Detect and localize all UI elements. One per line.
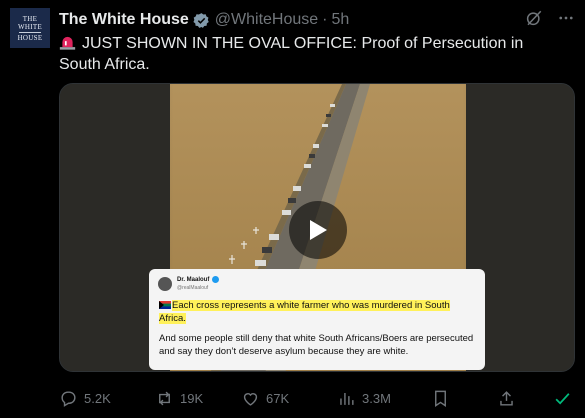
tweet-header: The White House @WhiteHouse · 5h xyxy=(59,9,575,31)
card-highlighted-line: Each cross represents a white farmer who… xyxy=(159,299,477,325)
card-author-handle: @realMaalouf xyxy=(177,285,209,291)
verified-badge-icon xyxy=(193,12,209,28)
tweet[interactable]: THE WHITE HOUSE The White House @WhiteHo… xyxy=(0,0,585,418)
views-button[interactable]: 3.3M xyxy=(337,389,391,408)
card-author-name: Dr. Maalouf xyxy=(177,277,210,283)
card-verified-icon xyxy=(212,276,219,283)
header-icons xyxy=(525,9,575,27)
views-count: 3.3M xyxy=(362,391,391,406)
account-name[interactable]: The White House xyxy=(59,11,189,29)
card-highlighted-text: Each cross represents a white farmer who… xyxy=(159,300,450,324)
avatar[interactable]: THE WHITE HOUSE xyxy=(10,8,50,48)
south-africa-flag-icon xyxy=(159,301,171,309)
card-body-text: And some people still deny that white So… xyxy=(159,333,474,357)
embedded-tweet-card: Dr. Maalouf @realMaalouf Each cross repr… xyxy=(149,269,485,370)
card-avatar xyxy=(158,277,172,291)
avatar-text-1: THE xyxy=(22,14,38,23)
reply-count: 5.2K xyxy=(84,391,111,406)
play-button[interactable] xyxy=(289,201,347,259)
avatar-divider xyxy=(19,31,41,33)
repost-icon xyxy=(159,391,170,406)
grok-icon[interactable] xyxy=(525,9,543,27)
separator: · xyxy=(322,11,328,28)
bookmark-button[interactable] xyxy=(431,389,450,408)
tweet-text-content: JUST SHOWN IN THE OVAL OFFICE: Proof of … xyxy=(59,35,524,73)
views-icon xyxy=(340,392,354,405)
like-count: 67K xyxy=(266,391,290,406)
avatar-text-3: HOUSE xyxy=(17,33,43,42)
more-icon[interactable] xyxy=(557,9,575,27)
account-handle[interactable]: @WhiteHouse xyxy=(215,11,318,29)
share-icon xyxy=(500,391,513,406)
timestamp[interactable]: 5h xyxy=(332,11,350,29)
repost-button[interactable]: 19K xyxy=(155,389,203,408)
action-bar: 5.2K 19K 67K 3.3M xyxy=(59,384,575,412)
check-icon xyxy=(555,393,570,405)
check-button[interactable] xyxy=(553,389,572,408)
reply-icon xyxy=(61,391,76,407)
reply-button[interactable]: 5.2K xyxy=(59,389,111,408)
repost-count: 19K xyxy=(180,391,204,406)
video-media[interactable]: Dr. Maalouf @realMaalouf Each cross repr… xyxy=(59,83,575,372)
tweet-text: JUST SHOWN IN THE OVAL OFFICE: Proof of … xyxy=(59,33,559,75)
avatar-text-2: WHITE xyxy=(17,22,43,31)
like-icon xyxy=(243,393,258,406)
siren-icon xyxy=(59,36,76,50)
bookmark-icon xyxy=(435,390,446,407)
share-button[interactable] xyxy=(497,389,516,408)
play-icon xyxy=(310,220,327,240)
like-button[interactable]: 67K xyxy=(241,389,289,408)
